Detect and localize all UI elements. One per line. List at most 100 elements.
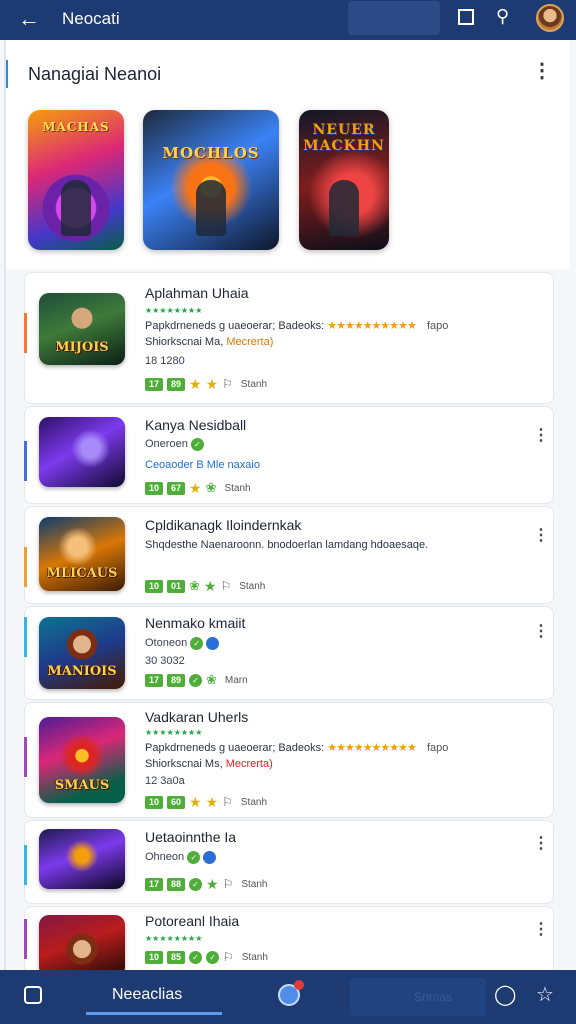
game-thumbnail (39, 915, 125, 977)
list-item[interactable]: MANIOIS Nenmako kmaiit Otoneon ✓ ✓ 30 30… (24, 606, 554, 700)
gear-icon: ❀ (205, 480, 217, 495)
list-item[interactable]: MLICAUS Cpldikanagk Iloindernkak Shqdest… (24, 506, 554, 604)
check-icon: ✓ (189, 950, 202, 964)
character-figure (329, 180, 359, 236)
item-subdescription: Shiorkscnai Ma, Mecrerta) (145, 336, 273, 348)
check-icon: ✓ (190, 438, 204, 451)
description-text: Ceoaoder B Mle naxaio (145, 459, 260, 471)
arrow-left-icon[interactable]: ← (18, 6, 40, 32)
card-accent (24, 919, 27, 959)
badge-row: 10 60 ★ ★ ⚐ Stanh (145, 795, 267, 809)
badge-row: 10 67 ★ ❀ Stanh (145, 480, 251, 496)
item-meta: Ohneon ✓ ✓ (145, 851, 217, 864)
more-options-icon[interactable]: ⋮ (533, 428, 549, 444)
chat-icon[interactable]: ◯ (494, 982, 516, 1007)
badge-chip: 88 (167, 877, 185, 891)
item-meta-secondary: 30 3032 (145, 655, 185, 667)
more-options-icon[interactable]: ⋮ (533, 922, 549, 938)
info-icon: ✓ (203, 851, 217, 864)
check-icon: ✓ (190, 637, 204, 650)
item-title: Kanya Nesidball (145, 417, 247, 433)
item-meta: Oneroen ✓ (145, 438, 204, 451)
featured-tile-3[interactable]: NEUER MACKHN (299, 110, 389, 250)
section-accent (6, 60, 8, 88)
featured-tile-2[interactable]: MOCHLOS (143, 110, 279, 250)
subdescription-highlight: Mecrerta) (225, 758, 273, 770)
featured-tile-1[interactable]: MACHAS (28, 110, 124, 250)
badge-chip: 10 (145, 795, 163, 809)
item-description: Papkdrneneds g uaeoerar; Badeoks: ★★★★★★… (145, 319, 448, 332)
game-thumbnail (39, 829, 125, 889)
description-tail: fapo (426, 742, 449, 754)
active-tab-indicator (86, 1012, 222, 1015)
list-item[interactable]: SMAUS Vadkaran Uherls ★★★★★★★★ Papkdrnen… (24, 702, 554, 818)
item-subdescription: Shiorkscnai Ms, Mecrerta) (145, 758, 273, 770)
badge-row: 17 89 ✓ ❀ Marn (145, 672, 248, 687)
badge-chip: 17 (145, 377, 163, 391)
badge-chip: 10 (145, 579, 163, 593)
item-title: Uetaoinnthe Ia (145, 829, 237, 845)
thumbnail-label: MIJOIS (55, 340, 109, 355)
item-title: Vadkaran Uherls (145, 709, 249, 725)
item-description: Shqdesthe Naenaroonn. bnodoerlan lamdang… (145, 539, 429, 551)
game-thumbnail (39, 417, 125, 487)
character-figure (61, 180, 91, 236)
more-options-icon[interactable]: ⋮ (533, 528, 549, 544)
tag-icon: ⚐ (223, 950, 234, 964)
star-icon: ★ (189, 480, 202, 496)
tag-icon: ⚐ (222, 795, 233, 809)
rating-stars: ★★★★★★★★ (145, 728, 203, 737)
star-icon: ★ (203, 578, 217, 594)
bottom-navigation: Neeaclias Snrnas ◯ ☆ (0, 970, 576, 1024)
square-icon[interactable] (458, 9, 474, 25)
secondary-tab-label: Snrnas (414, 990, 453, 1004)
tab-active[interactable]: Neeaclias (112, 986, 182, 1004)
star-icon: ★ (189, 794, 202, 810)
tag-icon: ⚐ (222, 877, 234, 891)
list-item[interactable]: Uetaoinnthe Ia Ohneon ✓ ✓ 17 88 ✓ ★ ⚐ St… (24, 820, 554, 904)
description-text: Papkdrneneds g uaeoerar; Badeoks: (145, 320, 325, 332)
card-accent (24, 737, 27, 777)
search-field[interactable] (348, 1, 440, 35)
item-meta: 18 1280 (145, 355, 185, 367)
featured-carousel: MACHAS MOCHLOS NEUER MACKHN (6, 110, 570, 270)
item-status: Stanh (239, 580, 266, 592)
game-thumbnail: MIJOIS (39, 293, 125, 365)
more-options-icon[interactable]: ⋮ (533, 836, 549, 852)
badge-chip: 17 (145, 673, 163, 687)
tag-icon: ⚐ (220, 579, 232, 593)
item-title: Nenmako kmaiit (145, 615, 246, 631)
item-status: Stanh (241, 951, 268, 963)
subdescription-highlight: Mecrerta) (226, 336, 274, 348)
star-icon: ★ (189, 376, 202, 392)
rating-stars: ★★★★★★★★ (145, 934, 203, 943)
notifications-icon[interactable] (278, 980, 304, 1006)
star-outline-icon[interactable]: ☆ (536, 982, 554, 1007)
list-item[interactable]: Kanya Nesidball Oneroen ✓ Ceoaoder B Mle… (24, 406, 554, 504)
item-status: Marn (224, 674, 248, 686)
search-icon[interactable]: ⚲ (496, 6, 509, 27)
list-item[interactable]: MIJOIS Aplahman Uhaia ★★★★★★★★ Papkdrnen… (24, 272, 554, 404)
home-icon[interactable] (24, 986, 42, 1004)
section-header: Nanagiai Neanoi ⋮ (6, 40, 570, 110)
list-item[interactable]: Potoreanl Ihaia ★★★★★★★★ 10 85 ✓ ✓ ⚐ Sta… (24, 906, 554, 977)
item-meta: Otoneon ✓ ✓ (145, 637, 220, 650)
badge-chip: 67 (167, 481, 185, 495)
check-icon: ✓ (187, 851, 201, 864)
featured-tile-label: MOCHLOS (162, 144, 260, 162)
top-app-bar: ← Neocati ⚲ (0, 0, 576, 40)
subdescription-text: Shiorkscnai Ms, (145, 758, 223, 770)
secondary-tab[interactable]: Snrnas (350, 978, 486, 1016)
item-title: Aplahman Uhaia (145, 285, 249, 301)
card-accent (24, 845, 27, 885)
badge-row: 10 85 ✓ ✓ ⚐ Stanh (145, 950, 268, 964)
avatar[interactable] (536, 4, 564, 32)
rating-bar: ★★★★★★★★★★ (327, 742, 417, 754)
subdescription-text: Shiorkscnai Ma, (145, 336, 224, 348)
item-title: Potoreanl Ihaia (145, 913, 240, 929)
thumbnail-label: MANIOIS (47, 664, 117, 679)
more-options-icon[interactable]: ⋮ (532, 61, 552, 81)
more-options-icon[interactable]: ⋮ (533, 624, 549, 640)
notification-dot (294, 980, 304, 990)
card-accent (24, 547, 27, 587)
